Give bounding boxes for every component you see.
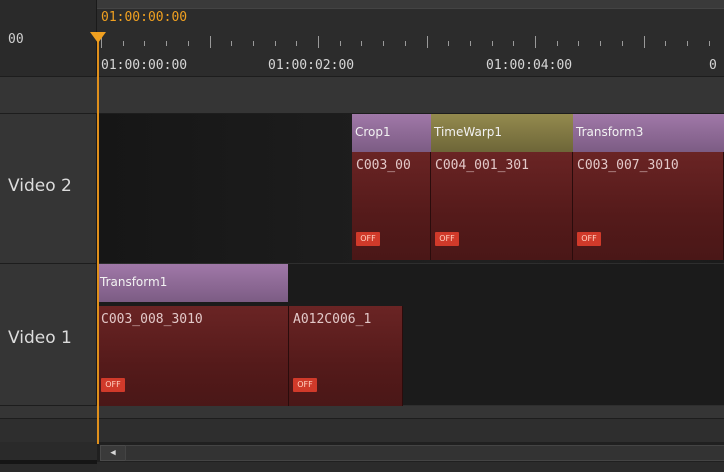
track-spacer-top (0, 76, 724, 114)
ruler-tick (491, 41, 493, 46)
ruler-tick (383, 41, 385, 46)
ruler-tick (643, 36, 645, 48)
ruler-tick (469, 41, 471, 46)
scroll-left-divider (0, 460, 97, 464)
ruler-tick (578, 41, 580, 46)
ruler-tick (621, 41, 623, 46)
ruler-label-2: 01:00:04:00 (486, 58, 573, 73)
ruler-tick (252, 41, 254, 46)
track-header-video-2[interactable]: Video 2 (0, 114, 97, 264)
clip-name: C003_007_3010 (577, 158, 679, 173)
time-ruler[interactable]: 01:00:00:00 01:00:00:00 01:00:02:00 01:0… (97, 0, 724, 76)
playhead-marker-icon[interactable] (90, 32, 106, 43)
clip-off-badge[interactable]: OFF (435, 232, 459, 246)
left-timecode: 00 (8, 32, 24, 47)
ruler-tick (209, 36, 211, 48)
clip-off-badge[interactable]: OFF (577, 232, 601, 246)
horizontal-scrollbar[interactable]: ◀ (97, 442, 724, 462)
ruler-tick (361, 41, 363, 46)
ruler-tick (166, 41, 168, 46)
ruler-label-0: 01:00:00:00 (101, 58, 188, 73)
effect-crop1[interactable]: Crop1 (352, 114, 431, 152)
clip-off-badge[interactable]: OFF (356, 232, 380, 246)
ruler-tick (122, 41, 124, 46)
track-header-video-1[interactable]: Video 1 (0, 264, 97, 406)
bottom-fill (97, 462, 724, 472)
ruler-tick (686, 41, 688, 46)
effect-timewarp1[interactable]: TimeWarp1 (431, 114, 573, 152)
clip-a012c006-1[interactable]: A012C006_1 OFF (289, 306, 403, 406)
clip-name: C003_00 (356, 158, 411, 173)
ruler-tick (556, 41, 558, 46)
clip-off-badge[interactable]: OFF (101, 378, 125, 392)
ruler-ticks (97, 36, 724, 50)
scroll-left-panel (0, 442, 97, 472)
clip-name: C003_008_3010 (101, 312, 203, 327)
scroll-left-button[interactable]: ◀ (100, 445, 126, 461)
ruler-top-band (97, 0, 724, 9)
clip-c003-007-3010[interactable]: C003_007_3010 OFF (573, 152, 724, 260)
ruler-tick (665, 41, 667, 46)
ruler-tick (426, 36, 428, 48)
scrollbar-thumb[interactable] (125, 445, 724, 461)
track-label: Video 2 (8, 176, 72, 196)
ruler-tick (274, 41, 276, 46)
ruler-tick (600, 41, 602, 46)
clip-c003-008-3010[interactable]: C003_008_3010 OFF (97, 306, 289, 406)
ruler-tick (339, 41, 341, 46)
clip-c004-001-301[interactable]: C004_001_301 OFF (431, 152, 573, 260)
ruler-tick (535, 36, 536, 48)
track-spacer-bottom (0, 406, 724, 418)
ruler-tick (448, 41, 450, 46)
timecode-panel: 00 (0, 0, 97, 76)
clip-off-badge[interactable]: OFF (293, 378, 317, 392)
ruler-tick (296, 41, 298, 46)
effect-transform1[interactable]: Transform1 (97, 264, 288, 302)
ruler-tick (513, 41, 515, 46)
clip-name: A012C006_1 (293, 312, 372, 327)
track-lane-video-1[interactable]: Transform1 C003_008_3010 OFF A012C006_1 … (97, 264, 724, 406)
clip-c003-00[interactable]: C003_00 OFF (352, 152, 431, 260)
current-time-label: 01:00:00:00 (101, 10, 188, 25)
ruler-tick (708, 41, 710, 46)
ruler-tick (404, 41, 406, 46)
ruler-tick (318, 36, 319, 48)
effect-transform3[interactable]: Transform3 (573, 114, 724, 152)
ruler-label-1: 01:00:02:00 (268, 58, 355, 73)
ruler-label-3: 0 (709, 58, 717, 73)
ruler-tick (144, 41, 146, 46)
ruler-tick (187, 41, 189, 46)
track-spacer-footer (0, 418, 724, 442)
track-lane-video-2[interactable]: Crop1 TimeWarp1 Transform3 C003_00 OFF C… (97, 114, 724, 264)
clip-name: C004_001_301 (435, 158, 529, 173)
ruler-tick (231, 41, 233, 46)
track-label: Video 1 (8, 328, 72, 348)
playhead-line[interactable] (97, 34, 99, 444)
